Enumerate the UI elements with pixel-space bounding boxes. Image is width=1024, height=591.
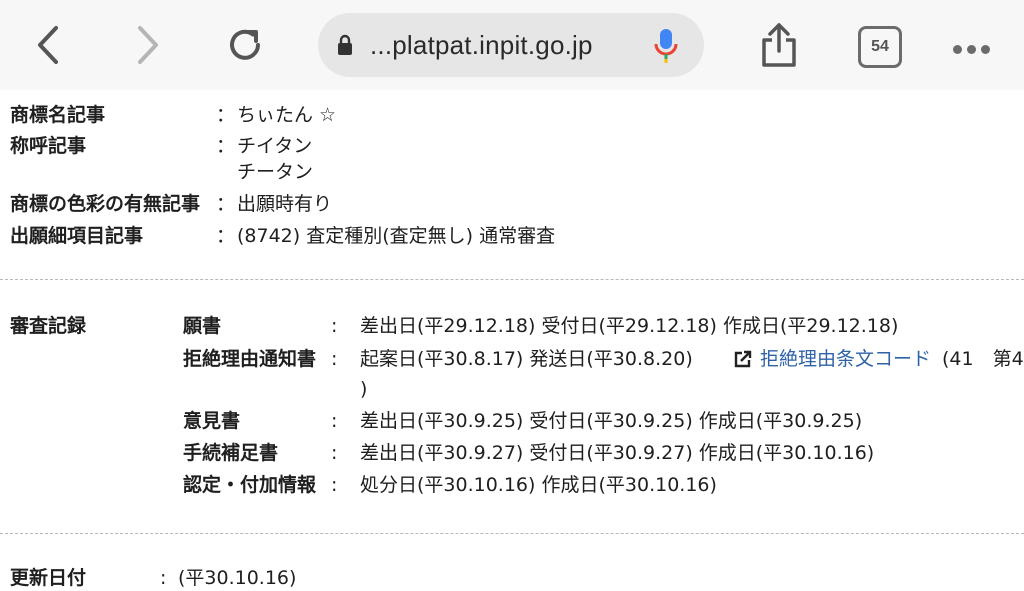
rejection-code-close: ) (360, 378, 368, 400)
section-divider (0, 279, 1024, 280)
dot-icon (981, 45, 990, 54)
rejection-code-link[interactable]: 拒絶理由条文コード (760, 346, 931, 372)
exam-row-value: 差出日(平30.9.25) 受付日(平30.9.25) 作成日(平30.9.25… (360, 410, 863, 432)
exam-row-value: 差出日(平30.9.27) 受付日(平30.9.27) 作成日(平30.10.1… (360, 442, 875, 464)
browser-toolbar: ...platpat.inpit.go.jp 54 (0, 0, 1024, 90)
chevron-left-icon (38, 26, 58, 64)
chevron-right-icon (138, 26, 158, 64)
exam-record-label: 審査記録 (10, 315, 87, 337)
trademark-name-value: ちぃたん ☆ (237, 104, 337, 126)
address-bar[interactable]: ...platpat.inpit.go.jp (318, 13, 704, 77)
application-detail-label: 出願細項目記事 (10, 225, 144, 247)
dot-icon (967, 45, 976, 54)
application-detail-value: (8742) 査定種別(査定無し) 通常審査 (237, 225, 556, 247)
color-value: 出願時有り (237, 193, 333, 215)
pronunciation-value: チイタン (237, 135, 313, 157)
exam-row-value: 起案日(平30.8.17) 発送日(平30.8.20) (360, 348, 693, 370)
colon: : (331, 315, 338, 337)
share-icon (762, 23, 796, 67)
pronunciation-value: チータン (237, 161, 314, 183)
more-menu-button[interactable] (953, 39, 995, 58)
tab-count: 54 (871, 38, 889, 55)
dot-icon (953, 45, 962, 54)
section-divider (0, 533, 1024, 534)
update-date-label: 更新日付 (10, 567, 87, 589)
update-date-value: (平30.10.16) (178, 567, 297, 589)
exam-row-label: 拒絶理由通知書 (183, 348, 317, 370)
colon: : (331, 442, 338, 464)
reload-icon (230, 29, 260, 60)
exam-row-label: 意見書 (183, 410, 241, 432)
colon: : (160, 567, 167, 589)
trademark-name-label: 商標名記事 (10, 104, 106, 126)
reload-button[interactable] (222, 0, 268, 90)
exam-row-label: 願書 (183, 315, 222, 337)
colon: ： (216, 225, 236, 247)
share-button[interactable] (756, 0, 802, 90)
exam-row-value: 処分日(平30.10.16) 作成日(平30.10.16) (360, 474, 717, 496)
color-label: 商標の色彩の有無記事 (10, 193, 201, 215)
microphone-icon[interactable] (652, 26, 680, 66)
forward-button[interactable] (128, 0, 168, 90)
colon: ： (216, 193, 236, 215)
colon: ： (216, 104, 236, 126)
exam-row-label: 認定・付加情報 (183, 474, 317, 496)
external-link-icon[interactable] (734, 350, 752, 368)
rejection-code-tail: (41 第4 (942, 348, 1024, 370)
tab-count-button[interactable]: 54 (858, 26, 902, 68)
exam-row-label: 手続補足書 (183, 442, 279, 464)
colon: : (331, 410, 338, 432)
colon: : (331, 474, 338, 496)
exam-row-value: 差出日(平29.12.18) 受付日(平29.12.18) 作成日(平29.12… (360, 315, 899, 337)
lock-icon (338, 34, 352, 55)
colon: ： (216, 135, 236, 157)
url-text: ...platpat.inpit.go.jp (370, 30, 593, 60)
back-button[interactable] (28, 0, 68, 90)
colon: : (331, 348, 338, 370)
pronunciation-label: 称呼記事 (10, 135, 87, 157)
